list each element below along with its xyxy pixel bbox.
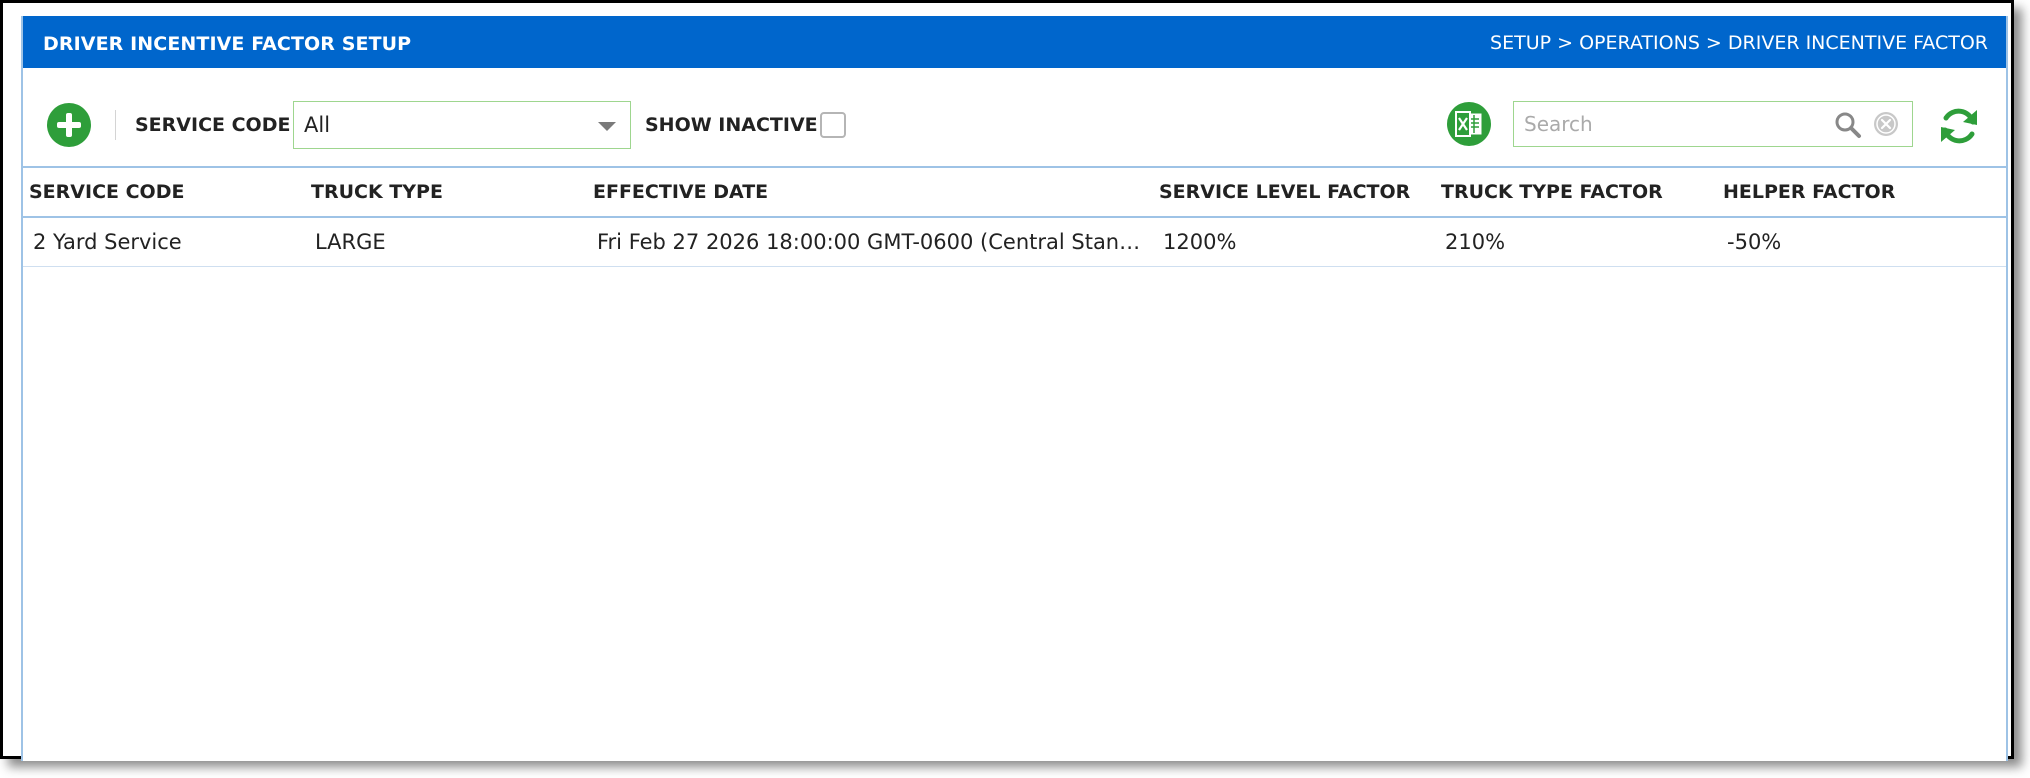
search-icon[interactable] bbox=[1834, 111, 1862, 139]
cell-service-code: 2 Yard Service bbox=[33, 230, 182, 254]
cell-service-level-factor: 1200% bbox=[1163, 230, 1237, 254]
title-bar: DRIVER INCENTIVE FACTOR SETUP SETUP > OP… bbox=[23, 16, 2006, 68]
window-frame: DRIVER INCENTIVE FACTOR SETUP SETUP > OP… bbox=[0, 0, 2014, 761]
column-header-helper-factor[interactable]: HELPER FACTOR bbox=[1723, 168, 1993, 216]
service-code-selected-value: All bbox=[304, 113, 331, 137]
show-inactive-label: SHOW INACTIVE bbox=[645, 114, 818, 136]
page-title: DRIVER INCENTIVE FACTOR SETUP bbox=[43, 33, 412, 55]
search-input[interactable] bbox=[1522, 107, 1826, 141]
column-header-effective-date[interactable]: EFFECTIVE DATE bbox=[593, 168, 1153, 216]
service-code-label: SERVICE CODE bbox=[135, 114, 291, 136]
toolbar: SERVICE CODE All SHOW INACTIVE bbox=[23, 68, 2006, 166]
cell-effective-date: Fri Feb 27 2026 18:00:00 GMT-0600 (Centr… bbox=[597, 230, 1153, 254]
cell-truck-type: LARGE bbox=[315, 230, 386, 254]
cell-truck-type-factor: 210% bbox=[1445, 230, 1506, 254]
cell-helper-factor: -50% bbox=[1727, 230, 1782, 254]
toolbar-divider bbox=[115, 110, 116, 140]
export-excel-button[interactable] bbox=[1447, 102, 1491, 146]
refresh-icon[interactable] bbox=[1937, 104, 1981, 148]
column-header-service-code[interactable]: SERVICE CODE bbox=[29, 168, 299, 216]
caret-down-icon bbox=[598, 122, 616, 131]
incentive-factor-grid: SERVICE CODE TRUCK TYPE EFFECTIVE DATE S… bbox=[23, 166, 2006, 761]
breadcrumb: SETUP > OPERATIONS > DRIVER INCENTIVE FA… bbox=[1490, 32, 1988, 54]
service-code-select[interactable]: All bbox=[293, 101, 631, 149]
column-header-service-level-factor[interactable]: SERVICE LEVEL FACTOR bbox=[1159, 168, 1429, 216]
clear-icon[interactable] bbox=[1872, 110, 1900, 138]
table-row[interactable]: 2 Yard Service LARGE Fri Feb 27 2026 18:… bbox=[23, 218, 2006, 267]
excel-icon bbox=[1455, 111, 1482, 137]
column-header-truck-type[interactable]: TRUCK TYPE bbox=[311, 168, 581, 216]
driver-incentive-factor-panel: DRIVER INCENTIVE FACTOR SETUP SETUP > OP… bbox=[21, 16, 2008, 761]
column-header-truck-type-factor[interactable]: TRUCK TYPE FACTOR bbox=[1441, 168, 1711, 216]
add-button[interactable] bbox=[47, 103, 91, 147]
show-inactive-checkbox[interactable] bbox=[820, 112, 846, 138]
search-box bbox=[1513, 101, 1913, 147]
grid-header: SERVICE CODE TRUCK TYPE EFFECTIVE DATE S… bbox=[23, 168, 2006, 218]
